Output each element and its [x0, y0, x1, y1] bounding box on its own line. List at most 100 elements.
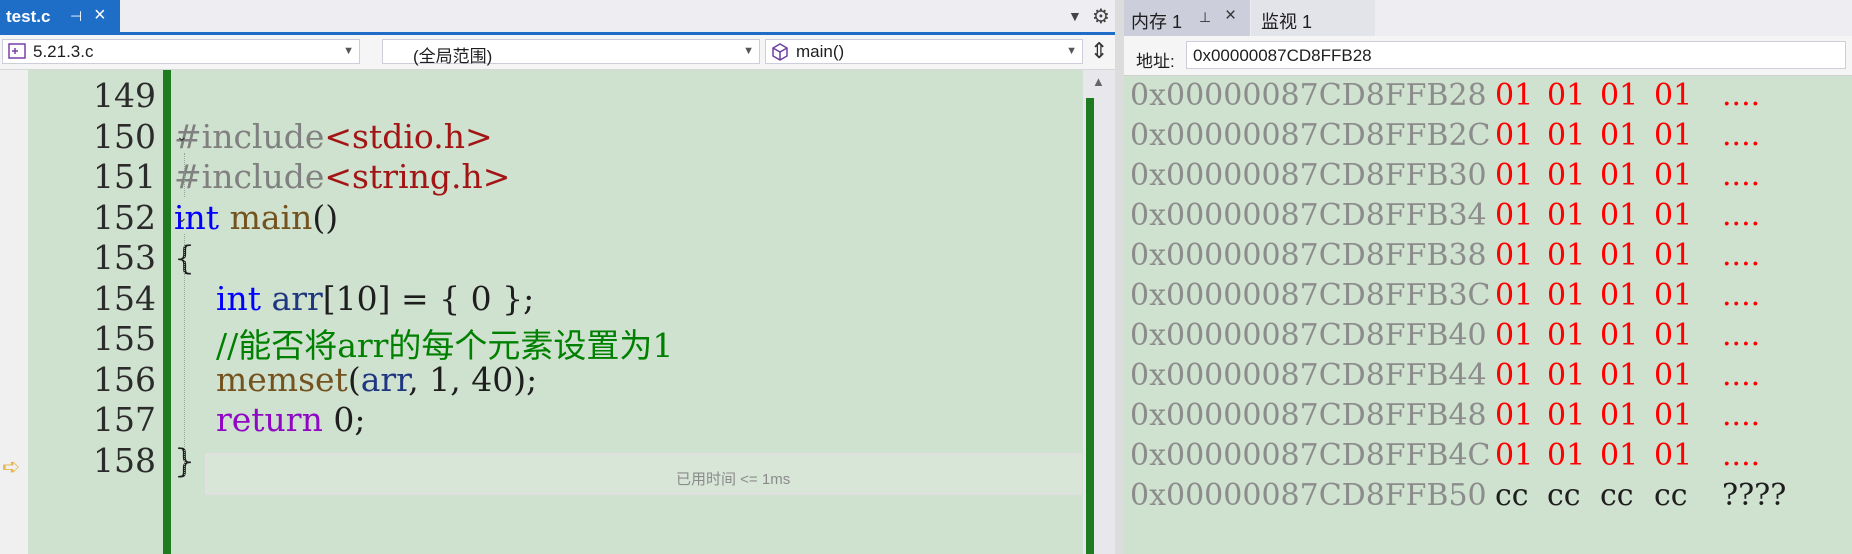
memory-byte[interactable]: 01: [1547, 318, 1585, 353]
memory-byte[interactable]: 01: [1495, 78, 1533, 113]
memory-byte[interactable]: cc: [1654, 478, 1688, 513]
memory-byte[interactable]: 01: [1654, 78, 1692, 113]
memory-grid[interactable]: 0x00000087CD8FFB28 01 01 01 01.... 0x00000087…: [1124, 76, 1852, 554]
code-editor-pane: test.c ⊣ × ▼ ⚙ 5.21.3.c ▼ (全局范围) ▼ main(…: [0, 0, 1115, 554]
pin-icon[interactable]: ⊥: [1199, 9, 1211, 26]
memory-byte[interactable]: 01: [1547, 438, 1585, 473]
memory-byte[interactable]: cc: [1600, 478, 1634, 513]
line-number: 154: [93, 278, 156, 318]
scope-combo[interactable]: (全局范围) ▼: [382, 39, 760, 66]
memory-byte[interactable]: 01: [1547, 398, 1585, 433]
memory-byte[interactable]: 01: [1654, 118, 1692, 153]
memory-byte[interactable]: 01: [1547, 358, 1585, 393]
memory-byte[interactable]: 01: [1547, 78, 1585, 113]
memory-byte[interactable]: 01: [1600, 278, 1638, 313]
chevron-down-icon: ▼: [1066, 45, 1077, 57]
line-number: 156: [93, 359, 156, 399]
scroll-up-icon[interactable]: ▲: [1092, 74, 1105, 89]
memory-byte[interactable]: 01: [1547, 238, 1585, 273]
line-number-margin: 149 150 151 152 153 154 155 156 157 158: [28, 70, 163, 554]
memory-byte[interactable]: 01: [1600, 318, 1638, 353]
memory-ascii: ....: [1722, 358, 1761, 393]
memory-byte[interactable]: 01: [1547, 158, 1585, 193]
fold-collapse-icon[interactable]: ⌄: [176, 129, 188, 145]
vertical-scrollbar[interactable]: ▲: [1083, 70, 1115, 554]
code-token: (): [312, 197, 339, 237]
project-icon: [8, 43, 26, 59]
project-name: 5.21.3.c: [33, 42, 94, 61]
member-name: main(): [796, 42, 845, 61]
close-icon[interactable]: ×: [94, 4, 106, 27]
member-combo[interactable]: main() ▼: [765, 39, 1083, 64]
memory-byte[interactable]: 01: [1495, 358, 1533, 393]
memory-byte[interactable]: 01: [1654, 318, 1692, 353]
memory-byte[interactable]: 01: [1600, 398, 1638, 433]
memory-byte[interactable]: cc: [1495, 478, 1529, 513]
close-icon[interactable]: ×: [1225, 5, 1236, 27]
line-number: 153: [93, 238, 156, 277]
pin-icon[interactable]: ⊣: [70, 8, 82, 25]
memory-byte[interactable]: 01: [1600, 198, 1638, 233]
memory-byte[interactable]: 01: [1495, 118, 1533, 153]
memory-byte[interactable]: 01: [1654, 438, 1692, 473]
memory-byte[interactable]: 01: [1495, 438, 1533, 473]
memory-address: 0x00000087CD8FFB28: [1130, 78, 1487, 113]
fold-collapse-icon[interactable]: ⌄: [176, 210, 188, 226]
memory-byte[interactable]: 01: [1654, 238, 1692, 273]
memory-byte[interactable]: 01: [1495, 398, 1533, 433]
memory-byte[interactable]: 01: [1547, 278, 1585, 313]
memory-byte[interactable]: 01: [1547, 118, 1585, 153]
gear-icon[interactable]: ⚙: [1092, 4, 1110, 29]
memory-address: 0x00000087CD8FFB48: [1130, 398, 1487, 433]
address-input[interactable]: 0x00000087CD8FFB28: [1186, 41, 1846, 69]
memory-byte[interactable]: 01: [1495, 318, 1533, 353]
memory-byte[interactable]: 01: [1654, 398, 1692, 433]
code-token: arr: [360, 359, 409, 399]
scope-name: (全局范围): [413, 47, 493, 66]
line-number: 152: [93, 197, 156, 237]
memory-byte[interactable]: 01: [1654, 278, 1692, 313]
memory-byte[interactable]: 01: [1495, 238, 1533, 273]
memory-byte[interactable]: cc: [1547, 478, 1581, 513]
address-label: 地址:: [1136, 52, 1175, 71]
code-token: #include: [174, 116, 325, 156]
memory-byte[interactable]: 01: [1495, 198, 1533, 233]
outline-guide: [184, 233, 185, 477]
memory-byte[interactable]: 01: [1495, 158, 1533, 193]
project-combo[interactable]: 5.21.3.c ▼: [2, 39, 360, 64]
navigation-bar: 5.21.3.c ▼ (全局范围) ▼ main() ▼: [0, 35, 1115, 70]
memory-byte[interactable]: 01: [1600, 438, 1638, 473]
outline-guide: [184, 152, 185, 198]
memory-byte[interactable]: 01: [1600, 358, 1638, 393]
pane-splitter[interactable]: [1115, 0, 1124, 554]
tab-watch-1[interactable]: 监视 1: [1251, 0, 1375, 36]
memory-byte[interactable]: 01: [1654, 158, 1692, 193]
code-text-area[interactable]: 已用时间 <= 1ms #include<stdio.h> #include<st…: [171, 70, 1083, 554]
split-editor-icon[interactable]: ⇕: [1090, 38, 1108, 64]
memory-byte[interactable]: 01: [1495, 278, 1533, 313]
change-tracking-bar: [163, 70, 171, 554]
line-number: 149: [93, 76, 156, 115]
tab-label: 监视 1: [1261, 12, 1313, 32]
memory-byte[interactable]: 01: [1654, 358, 1692, 393]
memory-byte[interactable]: 01: [1654, 198, 1692, 233]
tab-memory-1[interactable]: 内存 1 ⊥ ×: [1124, 0, 1250, 36]
address-bar: 地址: 0x00000087CD8FFB28: [1124, 36, 1852, 76]
memory-byte[interactable]: 01: [1600, 78, 1638, 113]
code-token: <stdio.h>: [324, 116, 493, 156]
tab-label: 内存 1: [1131, 12, 1183, 32]
tab-list-dropdown-icon[interactable]: ▼: [1068, 8, 1082, 24]
memory-ascii: ....: [1722, 78, 1761, 113]
memory-byte[interactable]: 01: [1600, 238, 1638, 273]
code-token: memset: [215, 359, 348, 399]
chevron-down-icon: ▼: [743, 45, 754, 57]
memory-window: 内存 1 ⊥ × 监视 1 地址: 0x00000087CD8FFB28 0x0…: [1124, 0, 1852, 554]
memory-byte[interactable]: 01: [1600, 158, 1638, 193]
tab-test-c[interactable]: test.c ⊣ ×: [0, 0, 120, 32]
memory-byte[interactable]: 01: [1547, 198, 1585, 233]
memory-address: 0x00000087CD8FFB4C: [1130, 438, 1491, 473]
code-line: int arr[10] = { 0 };: [174, 279, 534, 318]
memory-byte[interactable]: 01: [1600, 118, 1638, 153]
